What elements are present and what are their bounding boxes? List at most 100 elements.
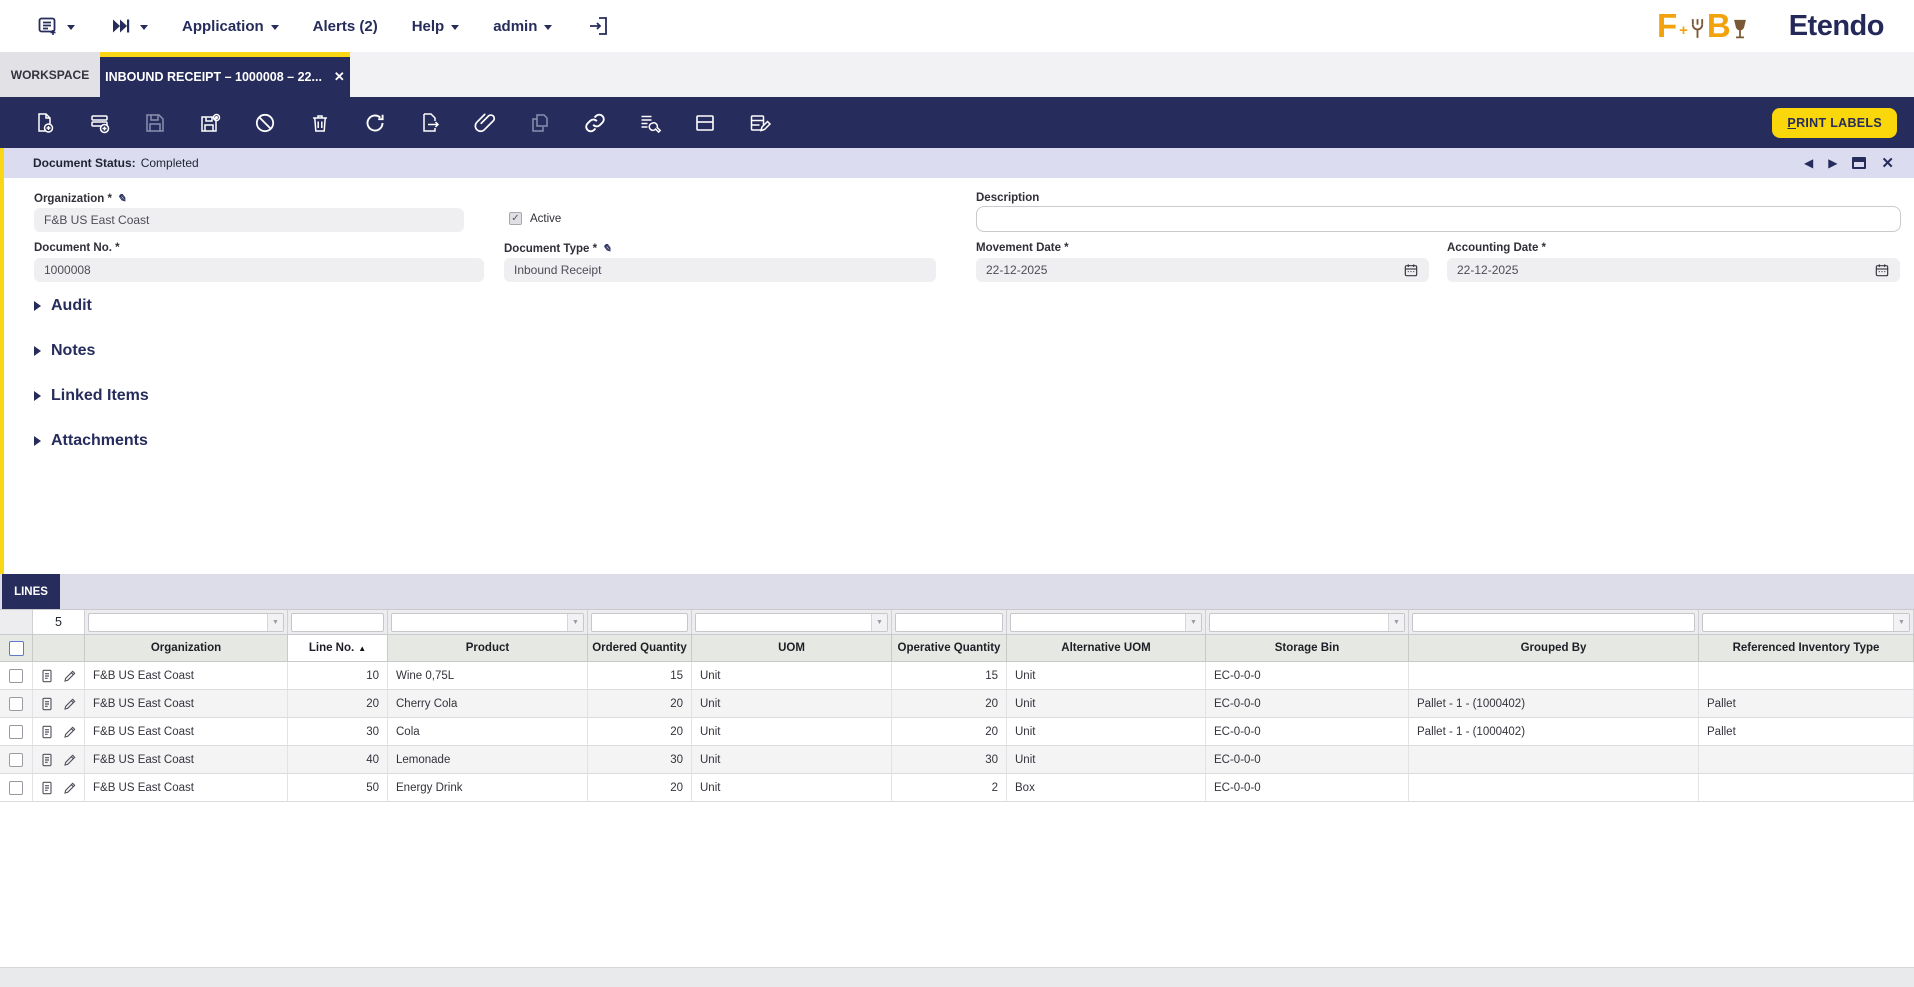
save-button[interactable]	[143, 111, 167, 135]
filter-dropdown-icon[interactable]: ▼	[871, 614, 887, 631]
new-record-button[interactable]	[33, 111, 57, 135]
filter-referenced-inventory-type[interactable]: ▼	[1702, 613, 1910, 632]
chevron-down-icon	[140, 25, 148, 30]
calendar-icon[interactable]	[1874, 262, 1890, 278]
link-record-button[interactable]	[583, 111, 607, 135]
window-view-button[interactable]	[693, 111, 717, 135]
open-form-icon[interactable]	[39, 752, 55, 768]
column-header-ordered-quantity[interactable]: Ordered Quantity	[588, 635, 692, 662]
filter-dropdown-icon[interactable]: ▼	[267, 614, 283, 631]
document-no-label: Document No. *	[34, 242, 120, 254]
row-checkbox[interactable]	[9, 753, 23, 767]
header-select-all-cell	[0, 635, 33, 662]
delete-button[interactable]	[308, 111, 332, 135]
processes-button[interactable]	[638, 111, 662, 135]
cell-alternative-uom: Unit	[1007, 662, 1206, 689]
help-menu[interactable]: Help	[412, 18, 460, 35]
document-type-field[interactable]: Inbound Receipt	[504, 258, 936, 282]
print-labels-button[interactable]: PRINT LABELS	[1772, 108, 1897, 138]
filter-dropdown-icon[interactable]: ▼	[1893, 614, 1909, 631]
filter-storage-bin[interactable]: ▼	[1209, 613, 1405, 632]
table-row[interactable]: F&B US East Coast 30 Cola 20 Unit 20 Uni…	[0, 718, 1914, 746]
section-linked-items[interactable]: Linked Items	[34, 387, 149, 405]
column-header-alternative-uom[interactable]: Alternative UOM	[1007, 635, 1206, 662]
edit-row-icon[interactable]	[62, 780, 78, 796]
filter-ordered-quantity[interactable]	[591, 613, 688, 632]
filter-alternative-uom[interactable]: ▼	[1010, 613, 1202, 632]
filter-line-no[interactable]	[291, 613, 384, 632]
alerts-menu[interactable]: Alerts (2)	[313, 18, 378, 35]
next-record-icon[interactable]: ▶	[1828, 157, 1837, 169]
open-form-icon[interactable]	[39, 668, 55, 684]
refresh-button[interactable]	[363, 111, 387, 135]
column-header-uom[interactable]: UOM	[692, 635, 892, 662]
document-no-field[interactable]: 1000008	[34, 258, 484, 282]
row-checkbox[interactable]	[9, 669, 23, 683]
quick-launch-button[interactable]	[109, 14, 148, 38]
tab-close-icon[interactable]: ✕	[334, 69, 345, 85]
filter-grouped-by[interactable]	[1412, 613, 1695, 632]
cell-operative-quantity: 30	[892, 746, 1007, 773]
tab-lines[interactable]: LINES	[2, 574, 60, 609]
column-header-line-no[interactable]: Line No. ▲	[288, 635, 388, 662]
bottom-strip	[0, 967, 1914, 987]
table-row[interactable]: F&B US East Coast 50 Energy Drink 20 Uni…	[0, 774, 1914, 802]
edit-row-icon[interactable]	[62, 724, 78, 740]
previous-record-icon[interactable]: ◀	[1804, 157, 1813, 169]
save-view-button[interactable]	[198, 111, 222, 135]
table-row[interactable]: F&B US East Coast 20 Cherry Cola 20 Unit…	[0, 690, 1914, 718]
movement-date-field[interactable]: 22-12-2025	[976, 258, 1429, 282]
column-header-product[interactable]: Product	[388, 635, 588, 662]
cell-line-no: 10	[288, 662, 388, 689]
calendar-icon[interactable]	[1403, 262, 1419, 278]
application-menu[interactable]: Application	[182, 18, 279, 35]
column-header-storage-bin[interactable]: Storage Bin	[1206, 635, 1409, 662]
filter-dropdown-icon[interactable]: ▼	[1185, 614, 1201, 631]
open-form-icon[interactable]	[39, 780, 55, 796]
table-row[interactable]: F&B US East Coast 40 Lemonade 30 Unit 30…	[0, 746, 1914, 774]
logout-button[interactable]	[586, 14, 610, 38]
maximize-icon[interactable]	[1852, 157, 1866, 169]
filter-dropdown-icon[interactable]: ▼	[567, 614, 583, 631]
filter-dropdown-icon[interactable]: ▼	[1388, 614, 1404, 631]
export-grid-button[interactable]	[418, 111, 442, 135]
open-form-icon[interactable]	[39, 724, 55, 740]
column-header-operative-quantity[interactable]: Operative Quantity	[892, 635, 1007, 662]
column-header-grouped-by[interactable]: Grouped By	[1409, 635, 1699, 662]
cancel-button[interactable]	[253, 111, 277, 135]
section-audit[interactable]: Audit	[34, 297, 92, 315]
edit-row-icon[interactable]	[62, 696, 78, 712]
section-attachments[interactable]: Attachments	[34, 432, 148, 450]
tab-workspace[interactable]: WORKSPACE	[0, 52, 100, 97]
edit-row-icon[interactable]	[62, 752, 78, 768]
row-checkbox[interactable]	[9, 781, 23, 795]
user-menu[interactable]: admin	[493, 18, 552, 35]
filter-product[interactable]: ▼	[391, 613, 584, 632]
edit-row-icon[interactable]	[62, 668, 78, 684]
active-checkbox[interactable]: ✓	[509, 212, 522, 225]
column-header-organization[interactable]: Organization	[85, 635, 288, 662]
table-row[interactable]: F&B US East Coast 10 Wine 0,75L 15 Unit …	[0, 662, 1914, 690]
filter-operative-quantity[interactable]	[895, 613, 1003, 632]
row-checkbox[interactable]	[9, 725, 23, 739]
organization-field[interactable]: F&B US East Coast	[34, 208, 464, 232]
row-checkbox[interactable]	[9, 697, 23, 711]
description-input[interactable]	[976, 206, 1901, 232]
select-all-checkbox[interactable]	[9, 641, 24, 656]
open-form-icon[interactable]	[39, 696, 55, 712]
attachments-button[interactable]	[473, 111, 497, 135]
record-toolbar: PRINT LABELS	[0, 97, 1914, 148]
clone-record-button[interactable]	[528, 111, 552, 135]
section-notes[interactable]: Notes	[34, 342, 95, 360]
filter-organization[interactable]: ▼	[88, 613, 284, 632]
filter-uom[interactable]: ▼	[695, 613, 888, 632]
cell-referenced-inventory-type	[1699, 774, 1914, 801]
tab-inbound-receipt[interactable]: INBOUND RECEIPT – 1000008 – 22... ✕	[100, 52, 350, 97]
cell-product: Wine 0,75L	[388, 662, 588, 689]
close-form-icon[interactable]: ✕	[1881, 156, 1894, 171]
grid-edit-button[interactable]	[748, 111, 772, 135]
workspace-menu-button[interactable]	[36, 14, 75, 38]
column-header-referenced-inventory-type[interactable]: Referenced Inventory Type	[1699, 635, 1914, 662]
accounting-date-field[interactable]: 22-12-2025	[1447, 258, 1900, 282]
new-row-grid-button[interactable]	[88, 111, 112, 135]
